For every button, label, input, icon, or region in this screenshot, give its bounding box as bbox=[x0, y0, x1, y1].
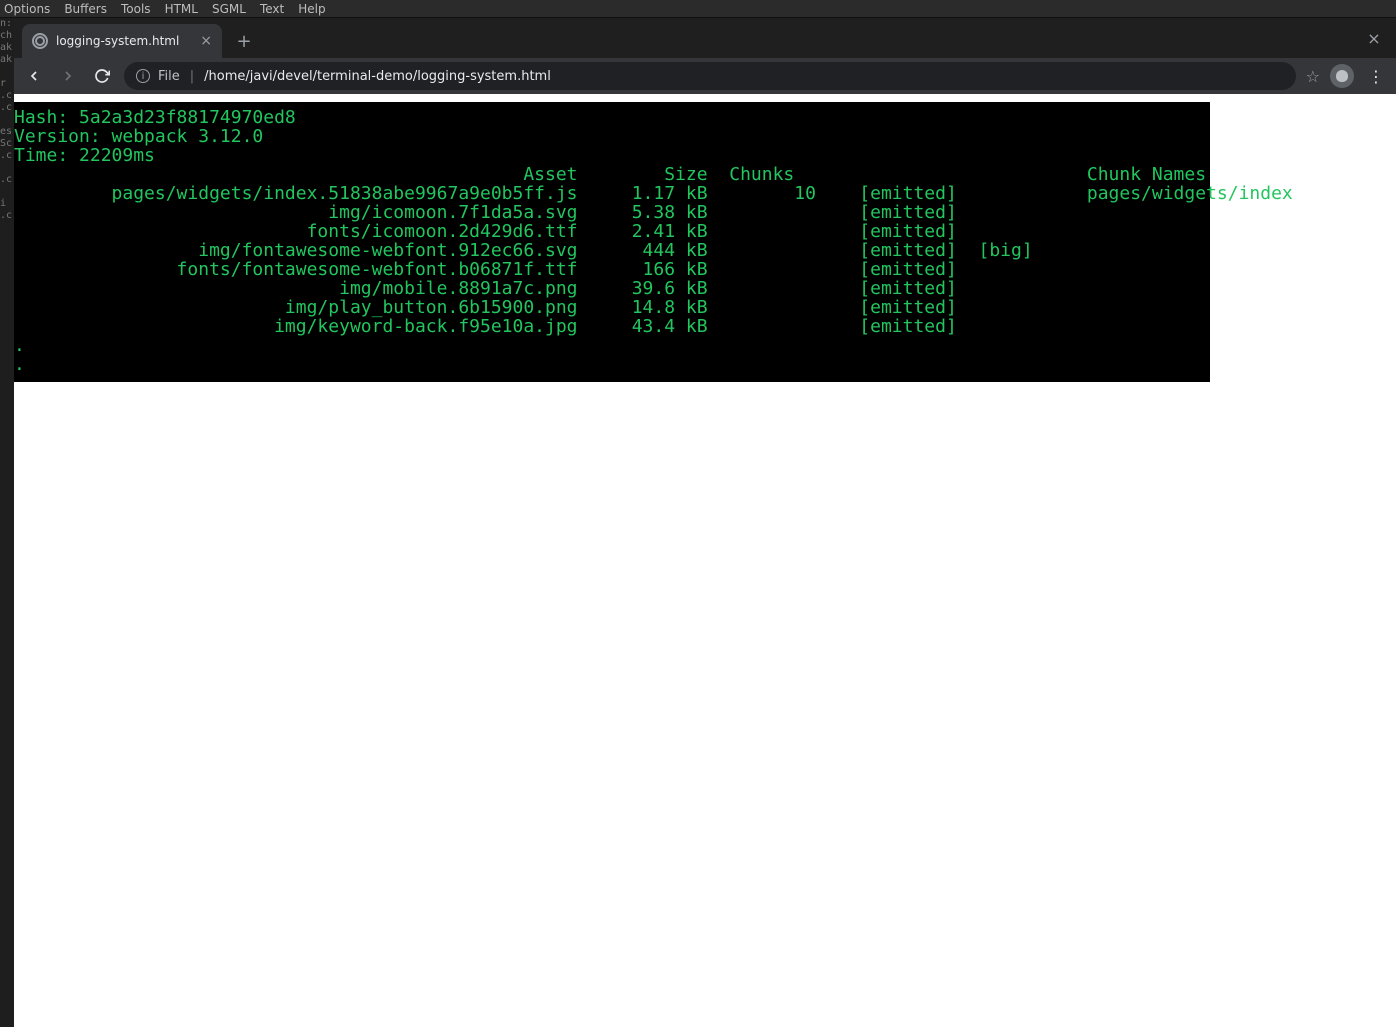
tab-title: logging-system.html bbox=[56, 34, 179, 48]
emacs-menubar[interactable]: Options Buffers Tools HTML SGML Text Help bbox=[0, 0, 1396, 18]
emacs-menu-item[interactable]: HTML bbox=[165, 2, 198, 16]
url-path: /home/javi/devel/terminal-demo/logging-s… bbox=[204, 69, 551, 84]
tab-close-icon[interactable]: × bbox=[200, 33, 212, 49]
browser-toolbar: i File | /home/javi/devel/terminal-demo/… bbox=[14, 58, 1396, 94]
info-icon[interactable]: i bbox=[136, 69, 150, 83]
window-close-button[interactable]: × bbox=[1360, 24, 1388, 52]
globe-icon bbox=[32, 33, 48, 49]
menu-kebab-icon[interactable]: ⋮ bbox=[1364, 67, 1388, 86]
browser-tab[interactable]: logging-system.html × bbox=[22, 24, 222, 58]
emacs-menu-item[interactable]: Help bbox=[298, 2, 325, 16]
page-viewport[interactable]: Hash: 5a2a3d23f88174970ed8 Version: webp… bbox=[14, 94, 1396, 1027]
chrome-window: logging-system.html × + × i File | /home… bbox=[14, 18, 1396, 1027]
emacs-menu-item[interactable]: Buffers bbox=[64, 2, 107, 16]
background-editor-gutter: n: ch ak ak r .c .c es Sc .c .c i .c bbox=[0, 18, 14, 1027]
url-separator: | bbox=[190, 69, 194, 84]
reload-button[interactable] bbox=[90, 64, 114, 88]
address-bar[interactable]: i File | /home/javi/devel/terminal-demo/… bbox=[124, 62, 1296, 90]
bookmark-star-icon[interactable]: ☆ bbox=[1306, 67, 1320, 86]
emacs-menu-item[interactable]: Options bbox=[4, 2, 50, 16]
tab-strip: logging-system.html × + × bbox=[14, 18, 1396, 58]
emacs-menu-item[interactable]: SGML bbox=[212, 2, 246, 16]
emacs-menu-item[interactable]: Text bbox=[260, 2, 284, 16]
new-tab-button[interactable]: + bbox=[230, 27, 258, 55]
profile-avatar[interactable] bbox=[1330, 64, 1354, 88]
back-button[interactable] bbox=[22, 64, 46, 88]
terminal-output: Hash: 5a2a3d23f88174970ed8 Version: webp… bbox=[14, 102, 1210, 382]
url-scheme: File bbox=[158, 69, 180, 84]
forward-button[interactable] bbox=[56, 64, 80, 88]
emacs-menu-item[interactable]: Tools bbox=[121, 2, 151, 16]
